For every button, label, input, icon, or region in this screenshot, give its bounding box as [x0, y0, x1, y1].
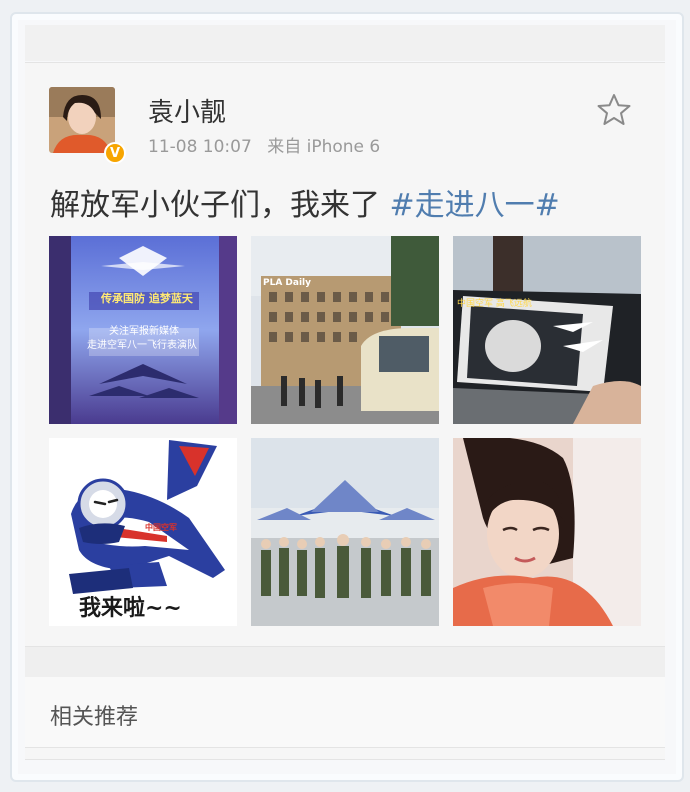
post-time: 11-08 10:07	[148, 137, 252, 157]
section-divider	[25, 646, 665, 677]
post-body: 解放军小伙子们，我来了	[50, 188, 380, 223]
post-source: 来自 iPhone 6	[267, 137, 381, 157]
top-bar	[25, 25, 665, 61]
photo-1[interactable]: 传承国防 追梦蓝天 关注军报新媒体 走进空军八一飞行表演队	[49, 236, 237, 424]
photo-2-sign: PLA Daily	[263, 278, 312, 288]
photo-1-banner-top: 传承国防 追梦蓝天	[101, 292, 193, 305]
photo-grid: 传承国防 追梦蓝天 关注军报新媒体 走进空军八一飞行表演队 PLA Daily …	[49, 236, 641, 626]
verified-badge-icon: V	[104, 142, 126, 164]
photo-3[interactable]: 中国空军 高飞远航	[453, 236, 641, 424]
photo-1-banner-mid: 关注军报新媒体	[109, 326, 179, 337]
avatar[interactable]	[49, 87, 115, 153]
photo-6[interactable]	[453, 438, 641, 626]
post-meta: 11-08 10:07 来自 iPhone 6	[148, 132, 380, 157]
star-icon[interactable]	[596, 92, 632, 128]
photo-4-caption: 我来啦~~	[79, 595, 182, 621]
photo-5[interactable]	[251, 438, 439, 626]
topic-link[interactable]: #走进八一#	[390, 188, 560, 223]
photo-4[interactable]: 中国空军 我来啦~~	[49, 438, 237, 626]
photo-1-banner-bot: 走进空军八一飞行表演队	[87, 340, 197, 351]
related-section[interactable]: 相关推荐	[25, 677, 665, 748]
photo-4-badge: 中国空军	[145, 523, 177, 532]
related-label: 相关推荐	[50, 705, 139, 730]
photo-2[interactable]: PLA Daily	[251, 236, 439, 424]
post-text: 解放军小伙子们，我来了 #走进八一#	[50, 180, 560, 224]
photo-3-caption: 中国空军 高飞远航	[457, 299, 532, 309]
username[interactable]: 袁小靓	[148, 92, 226, 129]
